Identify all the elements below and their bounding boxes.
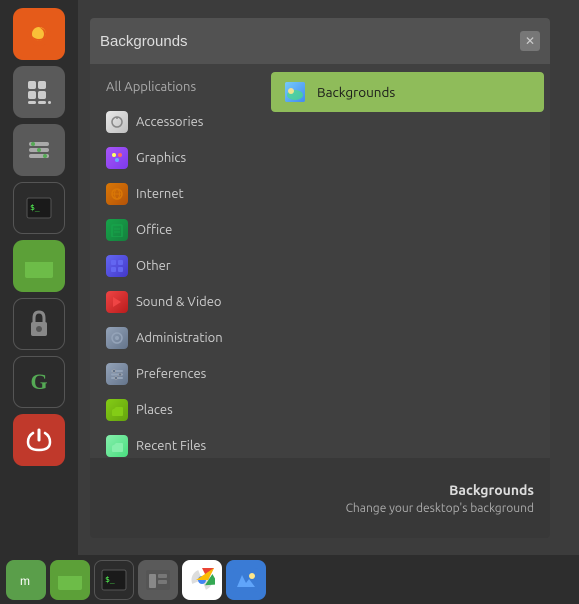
category-item-preferences[interactable]: Preferences [94, 356, 261, 392]
internet-label: Internet [136, 187, 184, 201]
sidebar-power-icon[interactable] [13, 414, 65, 466]
category-item-graphics[interactable]: Graphics [94, 140, 261, 176]
sidebar-firefox-icon[interactable] [13, 8, 65, 60]
taskbar-folder-icon[interactable] [50, 560, 90, 600]
sound-video-icon [106, 291, 128, 313]
taskbar-mint-icon[interactable]: m [6, 560, 46, 600]
sidebar-folder-icon[interactable] [13, 240, 65, 292]
preferences-label: Preferences [136, 367, 206, 381]
category-item-administration[interactable]: Administration [94, 320, 261, 356]
administration-icon [106, 327, 128, 349]
svg-text:m: m [20, 574, 30, 588]
svg-text:$_: $_ [105, 575, 115, 584]
taskbar-terminal-icon[interactable]: $_ [94, 560, 134, 600]
search-input[interactable]: Backgrounds [100, 33, 512, 50]
taskbar-finder-icon[interactable] [226, 560, 266, 600]
svg-text:$_: $_ [30, 203, 40, 212]
sidebar-grub-icon[interactable]: G [13, 356, 65, 408]
sidebar-files-control-icon[interactable] [13, 124, 65, 176]
category-item-accessories[interactable]: Accessories [94, 104, 261, 140]
internet-icon [106, 183, 128, 205]
status-bar: Backgrounds Change your desktop's backgr… [90, 458, 550, 538]
category-item-recent-files[interactable]: Recent Files [94, 428, 261, 458]
administration-label: Administration [136, 331, 223, 345]
menu-window: Backgrounds ✕ All Applications Accessori… [90, 18, 550, 538]
status-app-name: Backgrounds [449, 482, 534, 498]
taskbar: m $_ [0, 555, 579, 604]
backgrounds-app-label: Backgrounds [317, 84, 395, 100]
graphics-label: Graphics [136, 151, 186, 165]
category-panel: All Applications Accessories Graphics [90, 64, 265, 458]
preferences-icon [106, 363, 128, 385]
sidebar: $_ G [0, 0, 78, 555]
accessories-icon [106, 111, 128, 133]
category-item-places[interactable]: Places [94, 392, 261, 428]
sound-video-label: Sound & Video [136, 295, 222, 309]
search-clear-button[interactable]: ✕ [520, 31, 540, 51]
recent-files-label: Recent Files [136, 439, 206, 453]
places-icon [106, 399, 128, 421]
grub-letter: G [30, 369, 47, 395]
taskbar-files-icon[interactable] [138, 560, 178, 600]
category-item-other[interactable]: Other [94, 248, 261, 284]
status-app-description: Change your desktop's background [346, 502, 534, 515]
all-apps-label[interactable]: All Applications [90, 72, 265, 104]
apps-panel: Backgrounds [265, 64, 550, 458]
search-bar: Backgrounds ✕ [90, 18, 550, 64]
taskbar-chrome-icon[interactable] [182, 560, 222, 600]
sidebar-lock-icon[interactable] [13, 298, 65, 350]
sidebar-grid-icon[interactable] [13, 66, 65, 118]
office-label: Office [136, 223, 172, 237]
category-item-office[interactable]: Office [94, 212, 261, 248]
other-label: Other [136, 259, 171, 273]
app-item-backgrounds[interactable]: Backgrounds [271, 72, 544, 112]
places-label: Places [136, 403, 173, 417]
menu-content: All Applications Accessories Graphics [90, 64, 550, 458]
accessories-label: Accessories [136, 115, 203, 129]
office-icon [106, 219, 128, 241]
other-icon [106, 255, 128, 277]
sidebar-terminal-icon[interactable]: $_ [13, 182, 65, 234]
recent-files-icon [106, 435, 128, 457]
category-item-sound-video[interactable]: Sound & Video [94, 284, 261, 320]
backgrounds-app-icon [283, 80, 307, 104]
graphics-icon [106, 147, 128, 169]
category-item-internet[interactable]: Internet [94, 176, 261, 212]
